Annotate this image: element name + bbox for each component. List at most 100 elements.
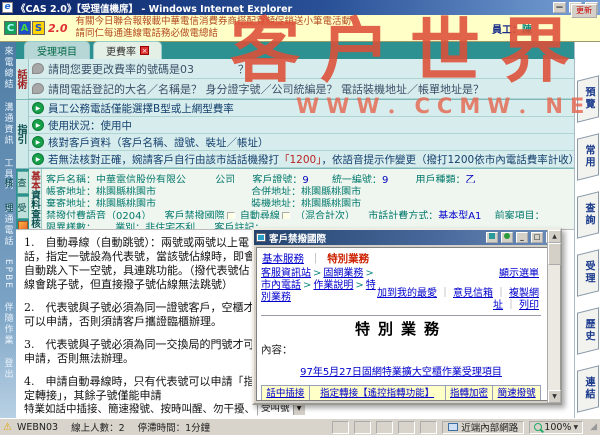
resize-grip-icon[interactable]: ◢	[590, 422, 597, 432]
add-favorite-link[interactable]: 加到我的最愛	[377, 288, 437, 299]
tab-query[interactable]: 查詢	[577, 191, 599, 238]
guide-row[interactable]: ▶核對客戶資料（客戶名稱、證號、裝址／帳址）	[29, 134, 579, 151]
cas-logo: C A S 2.0	[4, 21, 68, 35]
popup-tab-separator: ｜	[310, 253, 321, 265]
guide-row[interactable]: ▶ 員工公務電話僅能選擇B型或上網型費率	[29, 100, 579, 117]
tab-links[interactable]: 連結	[577, 365, 599, 412]
popup-extra-button-2[interactable]	[501, 232, 513, 243]
minimize-button[interactable]: —	[553, 2, 566, 13]
scroll-up-icon[interactable]: ▲	[548, 230, 561, 243]
tab-common-label: 常用	[581, 145, 596, 169]
print-link[interactable]: 列印	[519, 300, 539, 311]
tab-accept-items[interactable]: 受理項目	[24, 41, 90, 59]
tab-preview[interactable]: 預覽	[577, 75, 599, 122]
unified-no-value: 9	[382, 175, 388, 183]
breadcrumb-fixed-net[interactable]: 固網業務	[323, 268, 363, 279]
logo-version: 2.0	[48, 22, 68, 35]
popup-maximize-button[interactable]: □	[531, 232, 543, 243]
status-cell	[332, 421, 349, 434]
nav-item-epbe[interactable]: EPBE	[3, 259, 13, 290]
breadcrumb-instructions[interactable]: 作業說明	[313, 280, 353, 291]
popup-minimize-button[interactable]: _	[516, 232, 528, 243]
auto-hunt-checkbox[interactable]	[282, 212, 290, 219]
breadcrumb-local-phone[interactable]: 市內電話	[261, 280, 301, 291]
status-cell	[420, 421, 437, 434]
block-premium-label: 禁撥付費語音（0204）	[46, 211, 151, 219]
customer-line4: 禁撥付費語音（0204） 客戶禁撥國際 自動尋線 （混合計次） 市話計費方式：基…	[46, 207, 570, 219]
left-nav: 來電總結 溝通資訊 工具列 直通電話 EPBE 伴隨作業 登出	[0, 42, 16, 418]
block-intl-label: 客戶禁撥國際	[165, 211, 225, 219]
nav-item-logout[interactable]: 登出	[2, 358, 15, 380]
tab-accept[interactable]: 受理	[577, 249, 599, 296]
banner-marquee: 有關今日聯合報報載中華電信消費券商搭配寬頻促銷送小筆電活動 請同仁每通進線電話務…	[76, 16, 352, 40]
tab-accept-label: 受理	[581, 261, 596, 285]
warning-icon: ⚠	[3, 422, 12, 433]
tab-close-icon[interactable]: ×	[140, 46, 149, 55]
popup-extra-button-1[interactable]	[486, 232, 498, 243]
popup-link-column: 顯示選單 加到我的最愛｜意見信箱｜複製網址｜列印	[377, 268, 541, 312]
green-arrow-icon: ▶	[32, 153, 44, 165]
script-block: 話術 請問您要更改費率的號碼是03 ？ 請問電話登記的大名／名稱是？ 身分證字號…	[16, 59, 574, 100]
tab-links-label: 連結	[581, 377, 596, 401]
guide-text-1200: 「1200」	[279, 154, 321, 166]
special-service-table: 話中插接 指定轉接【遙控指轉功能】 指轉加密 簡速撥號 按時叫醒 三方通話 勿干…	[261, 385, 541, 401]
table-cell: 簡速撥號	[493, 386, 541, 402]
script-row[interactable]: 請問電話登記的大名／名稱是？ 身分證字號／公司統編是？ 電話裝機地址／帳單地址是…	[29, 79, 574, 99]
tab-change-rate[interactable]: 更費率 ×	[93, 41, 162, 59]
zoom-level: 100%	[544, 422, 571, 433]
popup-title: 客戶禁撥國際	[269, 231, 483, 245]
green-arrow-icon: ▶	[32, 102, 44, 114]
zoom-caret-icon[interactable]: ▼	[573, 424, 578, 431]
guide-row[interactable]: ▶ 若無法核對正確，婉請客戶自行由該市話話機撥打「1200」，依語音提示作變更（撥…	[29, 151, 579, 168]
popup-scrollbar[interactable]: ▲ ▼	[547, 230, 560, 403]
guide-text: 員工公務電話僅能選擇B型或上網型費率	[48, 101, 234, 116]
svc-call-forwarding[interactable]: 指定轉接【遙控指轉功能】	[320, 388, 434, 399]
table-cell: 指轉加密	[445, 386, 493, 402]
svc-speed-dial[interactable]: 簡速撥號	[498, 388, 536, 399]
ie-logo-icon: e	[2, 2, 13, 13]
popup-title-bar[interactable]: 客戶禁撥國際 _ □ ×	[254, 230, 560, 245]
rate-plan-link[interactable]: 基本型A1	[438, 211, 481, 219]
guide-block: 指引 ▶員工公務電話僅能選擇B型或上網型費率 ▶使用狀況：使用中 ▶核對客戶資料…	[16, 100, 574, 169]
popup-heading: 特別業務	[261, 318, 541, 339]
nav-item-accompany[interactable]: 伴隨作業	[2, 302, 15, 346]
logo-letter-c: C	[4, 21, 17, 35]
scroll-thumb[interactable]	[548, 243, 561, 265]
tab-common[interactable]: 常用	[577, 133, 599, 180]
notice-link[interactable]: 97年5月27日固網特業擴大空櫃作業受理項目	[300, 367, 502, 378]
title-bar: e 《CAS 2.0》【受理值機席】 - Windows Internet Ex…	[0, 0, 600, 15]
breadcrumb-home[interactable]: 客服資訊站	[261, 268, 311, 279]
rate-plan-label: 市話計費方式：	[368, 211, 438, 219]
content-label: 內容：	[261, 342, 541, 357]
svc-call-waiting[interactable]: 話中插接	[266, 388, 304, 399]
popup-tabs: 基本服務 ｜ 特別業務	[261, 250, 541, 268]
block-intl-checkbox[interactable]	[227, 212, 235, 219]
employee-label: 員工：	[492, 25, 522, 36]
script-row[interactable]: 請問您要更改費率的號碼是03 ？	[29, 59, 574, 79]
popup-tab-basic[interactable]: 基本服務	[262, 253, 304, 265]
divider	[261, 315, 541, 316]
tab-preview-label: 預覽	[581, 87, 596, 111]
popup-window: 客戶禁撥國際 _ □ × 基本服務 ｜ 特別業務 客服資訊站>固網業務>市內電話…	[252, 228, 562, 405]
tab-history[interactable]: 歷史	[577, 307, 599, 354]
guide-label: 指引	[16, 100, 29, 168]
online-count: 線上人數：2	[71, 420, 125, 434]
guide-text: 使用狀況：使用中	[48, 118, 132, 133]
network-icon	[448, 423, 458, 431]
svc-forward-pin[interactable]: 指轉加密	[450, 388, 488, 399]
employee-name: 陳	[522, 25, 532, 36]
popup-tab-special[interactable]: 特別業務	[327, 253, 369, 265]
status-bar: ⚠ WEBN03 線上人數：2 停滯時間：1分鐘 近端內部網路 100% ▼ ◢	[0, 418, 600, 435]
logo-letter-s: S	[32, 21, 45, 35]
speech-bubble-icon	[32, 83, 44, 94]
banner-line1: 有關今日聯合報報載中華電信消費券商搭配寬頻促銷送小筆電活動	[76, 16, 352, 28]
guide-row[interactable]: ▶使用狀況：使用中	[29, 117, 579, 134]
guide-text: 若無法核對正確，婉請客戶自行由該市話話機撥打「1200」，依語音提示作變更（撥打…	[48, 152, 579, 167]
show-menu-link[interactable]: 顯示選單	[499, 268, 539, 279]
user-kind-label: 用戶種類：	[416, 175, 466, 183]
refresh-button[interactable]: 更新	[571, 4, 597, 18]
feedback-link[interactable]: 意見信箱	[453, 288, 493, 299]
magnifier-icon	[534, 423, 542, 431]
zoom-control[interactable]: 100% ▼	[529, 421, 583, 434]
scroll-down-icon[interactable]: ▼	[548, 390, 561, 403]
